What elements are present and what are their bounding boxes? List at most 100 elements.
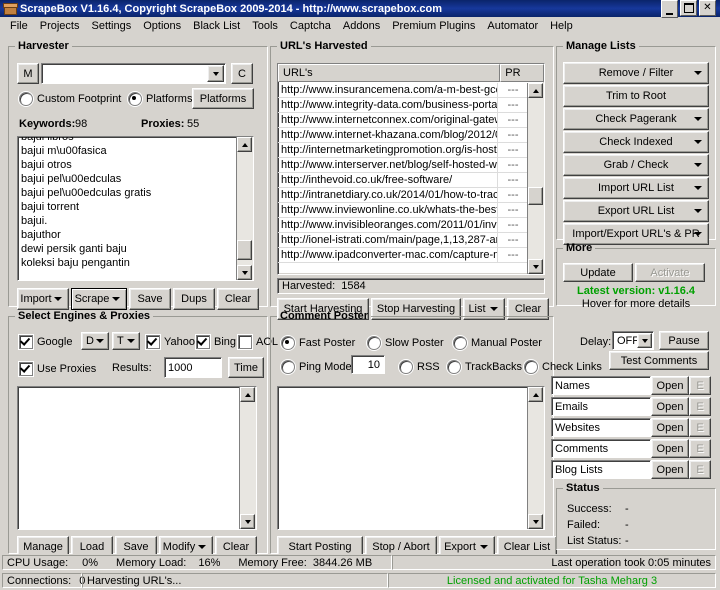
open-button[interactable]: Open xyxy=(651,439,689,458)
check-indexed-button[interactable]: Check Indexed xyxy=(563,131,709,153)
url-cell[interactable]: http://intranetdiary.co.uk/2014/01/how-t… xyxy=(278,188,498,202)
table-row[interactable]: http://inthevoid.co.uk/free-software/ --- xyxy=(278,173,528,188)
scrollbar-thumb[interactable] xyxy=(528,187,543,205)
table-row[interactable]: http://www.inviewonline.co.uk/whats-the-… xyxy=(278,203,528,218)
scroll-down-button[interactable] xyxy=(237,265,252,280)
google-checkbox[interactable]: Google xyxy=(19,335,72,349)
keyword-row[interactable]: koleksi baju pengantin xyxy=(20,256,235,270)
keywords-listbox[interactable]: bajui libros bajui m\u00fasica bajui otros… xyxy=(17,136,254,281)
footprint-dropdown-button[interactable] xyxy=(207,65,224,82)
import-url-list-button[interactable]: Import URL List xyxy=(563,177,709,199)
urls-scrollbar[interactable] xyxy=(527,83,544,274)
slow-poster-radio[interactable]: Slow Poster xyxy=(367,336,444,350)
scroll-down-button[interactable] xyxy=(240,514,255,529)
scroll-up-button[interactable] xyxy=(528,83,543,98)
edit-button[interactable]: E xyxy=(689,376,711,395)
harvester-c-button[interactable]: C xyxy=(231,63,253,84)
trim-to-root-button[interactable]: Trim to Root xyxy=(563,85,709,107)
dups-button[interactable]: Dups xyxy=(173,288,215,310)
table-row[interactable]: http://www.invisibleoranges.com/2011/01/… xyxy=(278,218,528,233)
trackbacks-radio[interactable]: TrackBacks xyxy=(447,360,522,374)
manual-poster-radio[interactable]: Manual Poster xyxy=(453,336,542,350)
scroll-up-button[interactable] xyxy=(237,137,252,152)
keyword-row[interactable]: dewi persik ganti baju xyxy=(20,242,235,256)
keyword-row[interactable]: bajui pel\u00edculas xyxy=(20,172,235,186)
keyword-row[interactable]: bajui pel\u00edculas gratis xyxy=(20,186,235,200)
open-button[interactable]: Open xyxy=(651,376,689,395)
table-row[interactable]: http://www.integrity-data.com/business-p… xyxy=(278,98,528,113)
menu-item-projects[interactable]: Projects xyxy=(34,18,86,34)
url-cell[interactable]: http://www.interserver.net/blog/self-hos… xyxy=(278,158,498,172)
column-header-pr[interactable]: PR xyxy=(500,64,544,82)
grab-check-button[interactable]: Grab / Check xyxy=(563,154,709,176)
list-name-input[interactable]: Blog Lists xyxy=(551,460,651,479)
table-row[interactable]: http://www.internetconnex.com/original-g… xyxy=(278,113,528,128)
scroll-down-button[interactable] xyxy=(528,259,543,274)
pause-button[interactable]: Pause xyxy=(659,331,709,350)
platforms-radio[interactable]: Platforms xyxy=(128,92,192,106)
url-cell[interactable]: http://internetmarketingpromotion.org/is… xyxy=(278,143,498,157)
menu-item-help[interactable]: Help xyxy=(544,18,579,34)
url-cell[interactable]: http://www.insurancemena.com/a-m-best-gc… xyxy=(278,83,498,97)
edit-button[interactable]: E xyxy=(689,460,711,479)
google-domain-dropdown[interactable]: D xyxy=(81,332,109,350)
export-url-list-button[interactable]: Export URL List xyxy=(563,200,709,222)
open-button[interactable]: Open xyxy=(651,397,689,416)
url-cell[interactable]: http://inthevoid.co.uk/free-software/ xyxy=(278,173,498,187)
comment-poster-list[interactable] xyxy=(280,389,526,527)
minimize-button[interactable] xyxy=(661,0,678,18)
open-button[interactable]: Open xyxy=(651,460,689,479)
fast-poster-radio[interactable]: Fast Poster xyxy=(281,336,355,350)
table-row[interactable]: http://intranetdiary.co.uk/2014/01/how-t… xyxy=(278,188,528,203)
keywords-list[interactable]: bajui libros bajui m\u00fasica bajui otros… xyxy=(20,137,235,278)
edit-button[interactable]: E xyxy=(689,418,711,437)
footprint-combo[interactable] xyxy=(41,63,226,84)
menu-item-black-list[interactable]: Black List xyxy=(187,18,246,34)
close-button[interactable]: ✕ xyxy=(699,0,716,16)
clear-button[interactable]: Clear xyxy=(217,288,259,310)
edit-button[interactable]: E xyxy=(689,439,711,458)
open-button[interactable]: Open xyxy=(651,418,689,437)
edit-button[interactable]: E xyxy=(689,397,711,416)
engines-listbox[interactable] xyxy=(17,386,257,530)
rss-radio[interactable]: RSS xyxy=(399,360,440,374)
url-cell[interactable]: http://www.internet-khazana.com/blog/201… xyxy=(278,128,498,142)
use-proxies-checkbox[interactable]: Use Proxies xyxy=(19,362,96,376)
remove-filter-button[interactable]: Remove / Filter xyxy=(563,62,709,84)
bing-checkbox[interactable]: Bing xyxy=(196,335,236,349)
menu-item-settings[interactable]: Settings xyxy=(85,18,137,34)
import-button[interactable]: Import xyxy=(17,288,69,310)
maximize-button[interactable] xyxy=(680,0,697,16)
update-button[interactable]: Update xyxy=(563,263,633,282)
test-comments-button[interactable]: Test Comments xyxy=(609,351,709,370)
table-row[interactable]: http://internetmarketingpromotion.org/is… xyxy=(278,143,528,158)
table-row[interactable]: http://www.insurancemena.com/a-m-best-gc… xyxy=(278,83,528,98)
table-row[interactable]: http://www.ipadconverter-mac.com/capture… xyxy=(278,248,528,263)
keyword-row[interactable]: bajui otros xyxy=(20,158,235,172)
list-name-input[interactable]: Comments xyxy=(551,439,651,458)
keyword-row[interactable]: bajui m\u00fasica xyxy=(20,144,235,158)
keyword-row[interactable]: bajui torrent xyxy=(20,200,235,214)
yahoo-checkbox[interactable]: Yahoo xyxy=(146,335,195,349)
save-button[interactable]: Save xyxy=(129,288,171,310)
list-name-input[interactable]: Websites xyxy=(551,418,651,437)
engines-scrollbar[interactable] xyxy=(239,387,256,529)
ping-value-input[interactable]: 10 xyxy=(351,355,385,374)
scroll-up-button[interactable] xyxy=(240,387,255,402)
url-cell[interactable]: http://www.invisibleoranges.com/2011/01/… xyxy=(278,218,498,232)
menu-item-premium-plugins[interactable]: Premium Plugins xyxy=(386,18,481,34)
url-cell[interactable]: http://www.inviewonline.co.uk/whats-the-… xyxy=(278,203,498,217)
custom-footprint-radio[interactable]: Custom Footprint xyxy=(19,92,121,106)
keywords-scrollbar[interactable] xyxy=(236,137,253,280)
scrape-button[interactable]: Scrape xyxy=(71,288,127,310)
ping-mode-radio[interactable]: Ping Mode xyxy=(281,360,352,374)
harvester-m-button[interactable]: M xyxy=(17,63,39,84)
table-row[interactable]: http://ionel-istrati.com/main/page,1,13,… xyxy=(278,233,528,248)
list-name-input[interactable]: Names xyxy=(551,376,651,395)
menu-item-automator[interactable]: Automator xyxy=(481,18,544,34)
engines-list[interactable] xyxy=(20,389,238,527)
comment-poster-scrollbar[interactable] xyxy=(527,387,544,529)
comment-poster-listbox[interactable] xyxy=(277,386,545,530)
url-cell[interactable]: http://www.internetconnex.com/original-g… xyxy=(278,113,498,127)
scrollbar-thumb[interactable] xyxy=(237,240,252,260)
